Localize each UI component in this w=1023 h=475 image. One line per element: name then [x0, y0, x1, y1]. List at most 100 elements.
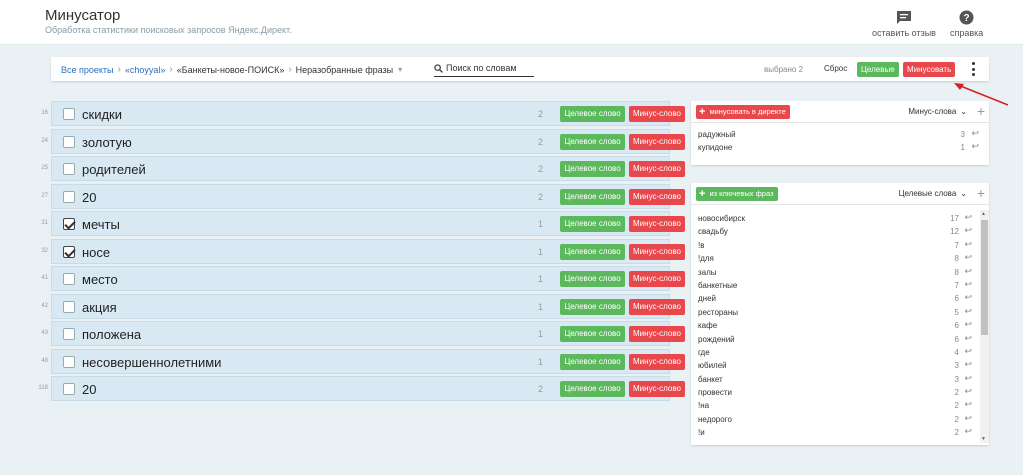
scrollbar-thumb[interactable]: [981, 220, 988, 335]
return-icon[interactable]: ↩: [964, 252, 972, 263]
return-icon[interactable]: ↩: [971, 141, 979, 152]
word-text: провести: [698, 388, 732, 398]
minus-word-button[interactable]: Минус-слово: [629, 188, 685, 205]
word-text: купидоне: [698, 143, 733, 153]
word-row: провести 2 ↩: [691, 386, 989, 399]
phrase-checkbox[interactable]: [63, 355, 75, 368]
search-box: [434, 60, 534, 77]
return-icon[interactable]: ↩: [964, 279, 972, 290]
target-word-button[interactable]: Целевое слово: [560, 188, 625, 205]
phrase-checkbox[interactable]: [63, 328, 75, 340]
phrase-checkbox[interactable]: [63, 135, 75, 148]
search-icon: [434, 63, 443, 73]
return-icon[interactable]: ↩: [964, 373, 972, 384]
word-row: рестораны 5 ↩: [691, 306, 989, 319]
target-word-button[interactable]: Целевое слово: [560, 381, 625, 397]
chevron-down-icon[interactable]: ▾: [398, 65, 402, 74]
return-icon[interactable]: ↩: [964, 319, 972, 330]
minus-word-button[interactable]: Минус-слово: [629, 161, 685, 177]
more-menu-icon[interactable]: [969, 62, 977, 76]
from-key-phrases-button[interactable]: + из ключевых фраз: [696, 187, 778, 201]
minus-words-select[interactable]: Минус-слова ⌄: [908, 107, 967, 116]
crumb-current[interactable]: Неразобранные фразы: [296, 65, 393, 75]
phrase-checkbox[interactable]: [63, 163, 75, 175]
phrase-checkbox[interactable]: [63, 245, 75, 258]
crumb-campaign[interactable]: «Банкеты-новое-ПОИСК»: [177, 65, 285, 75]
minus-word-button[interactable]: Минус-слово: [629, 243, 685, 260]
phrase-checkbox[interactable]: [63, 273, 75, 285]
phrase-checkbox[interactable]: [63, 218, 75, 230]
target-word-button[interactable]: Целевое слово: [560, 271, 625, 287]
phrase-card: мечты 1 Целевое слово Минус-слово: [51, 211, 685, 236]
selected-count: выбрано 2: [764, 65, 804, 74]
return-icon[interactable]: ↩: [964, 386, 972, 397]
word-row: свадьбу 12 ↩: [691, 225, 989, 238]
return-icon[interactable]: ↩: [964, 426, 972, 437]
return-icon[interactable]: ↩: [964, 346, 972, 357]
phrase-checkbox[interactable]: [63, 190, 75, 203]
minus-word-button[interactable]: Минус-слово: [629, 216, 685, 232]
return-icon[interactable]: ↩: [964, 399, 972, 410]
return-icon[interactable]: ↩: [964, 359, 972, 370]
word-text: !для: [698, 254, 714, 264]
target-words-select[interactable]: Целевые слова ⌄: [899, 189, 967, 198]
target-word-button[interactable]: Целевое слово: [560, 243, 625, 260]
minus-word-button[interactable]: Минус-слово: [629, 133, 685, 150]
mark-target-button[interactable]: Целевые: [857, 62, 899, 77]
target-word-button[interactable]: Целевое слово: [560, 133, 625, 150]
phrase-count: 1: [538, 301, 544, 312]
target-word-button[interactable]: Целевое слово: [560, 298, 625, 315]
return-icon[interactable]: ↩: [971, 128, 979, 139]
return-icon[interactable]: ↩: [964, 225, 972, 236]
word-count: 12: [950, 227, 959, 237]
help-button[interactable]: ? справка: [950, 10, 983, 38]
word-text: дней: [698, 294, 717, 304]
minus-in-direct-button[interactable]: + минусовать в директе: [696, 105, 790, 119]
return-icon[interactable]: ↩: [964, 266, 972, 277]
add-icon[interactable]: +: [977, 185, 985, 201]
phrase-card: скидки 2 Целевое слово Минус-слово: [51, 101, 685, 126]
minus-word-button[interactable]: Минус-слово: [629, 381, 685, 397]
target-word-button[interactable]: Целевое слово: [560, 216, 625, 232]
return-icon[interactable]: ↩: [964, 239, 972, 250]
phrase-checkbox[interactable]: [63, 383, 75, 395]
scroll-up-icon[interactable]: ▲: [981, 211, 986, 217]
phrase-card: акция 1 Целевое слово Минус-слово: [51, 293, 685, 319]
target-word-button[interactable]: Целевое слово: [560, 161, 625, 177]
chevron-down-icon: ⌄: [960, 107, 967, 116]
phrase-checkbox[interactable]: [63, 108, 75, 120]
scroll-down-icon[interactable]: ▼: [981, 436, 986, 442]
phrase-card: место 1 Целевое слово Минус-слово: [51, 266, 685, 291]
minus-button[interactable]: Минусовать: [903, 62, 956, 77]
word-row: где 4 ↩: [691, 346, 989, 359]
target-word-button[interactable]: Целевое слово: [560, 326, 625, 342]
return-icon[interactable]: ↩: [964, 306, 972, 317]
search-input[interactable]: [446, 63, 531, 73]
minus-word-button[interactable]: Минус-слово: [629, 106, 685, 122]
return-icon[interactable]: ↩: [964, 292, 972, 303]
reset-button[interactable]: Сброс: [824, 64, 847, 73]
phrase-text: мечты: [82, 217, 120, 232]
crumb-all-projects[interactable]: Все проекты: [61, 65, 114, 75]
return-icon[interactable]: ↩: [964, 212, 972, 223]
phrase-text: несовершеннолетними: [82, 354, 222, 370]
feedback-button[interactable]: оставить отзыв: [872, 10, 936, 38]
phrase-number: 42: [41, 302, 48, 309]
word-text: рестораны: [698, 307, 738, 317]
word-row: !для 8 ↩: [691, 252, 989, 265]
phrase-row: 41 место 1 Целевое слово Минус-слово: [30, 266, 685, 292]
scrollbar[interactable]: ▲ ▼: [980, 210, 989, 443]
minus-word-button[interactable]: Минус-слово: [629, 298, 685, 315]
target-word-button[interactable]: Целевое слово: [560, 106, 625, 122]
add-icon[interactable]: +: [977, 103, 985, 119]
target-word-button[interactable]: Целевое слово: [560, 353, 625, 370]
crumb-client[interactable]: «choyyal»: [125, 65, 166, 75]
minus-word-button[interactable]: Минус-слово: [629, 271, 685, 287]
minus-word-button[interactable]: Минус-слово: [629, 353, 685, 370]
return-icon[interactable]: ↩: [964, 413, 972, 424]
minus-word-button[interactable]: Минус-слово: [629, 326, 685, 342]
phrase-count: 2: [538, 136, 544, 147]
return-icon[interactable]: ↩: [964, 333, 972, 344]
phrase-text: носе: [82, 244, 111, 260]
phrase-checkbox[interactable]: [63, 300, 75, 313]
